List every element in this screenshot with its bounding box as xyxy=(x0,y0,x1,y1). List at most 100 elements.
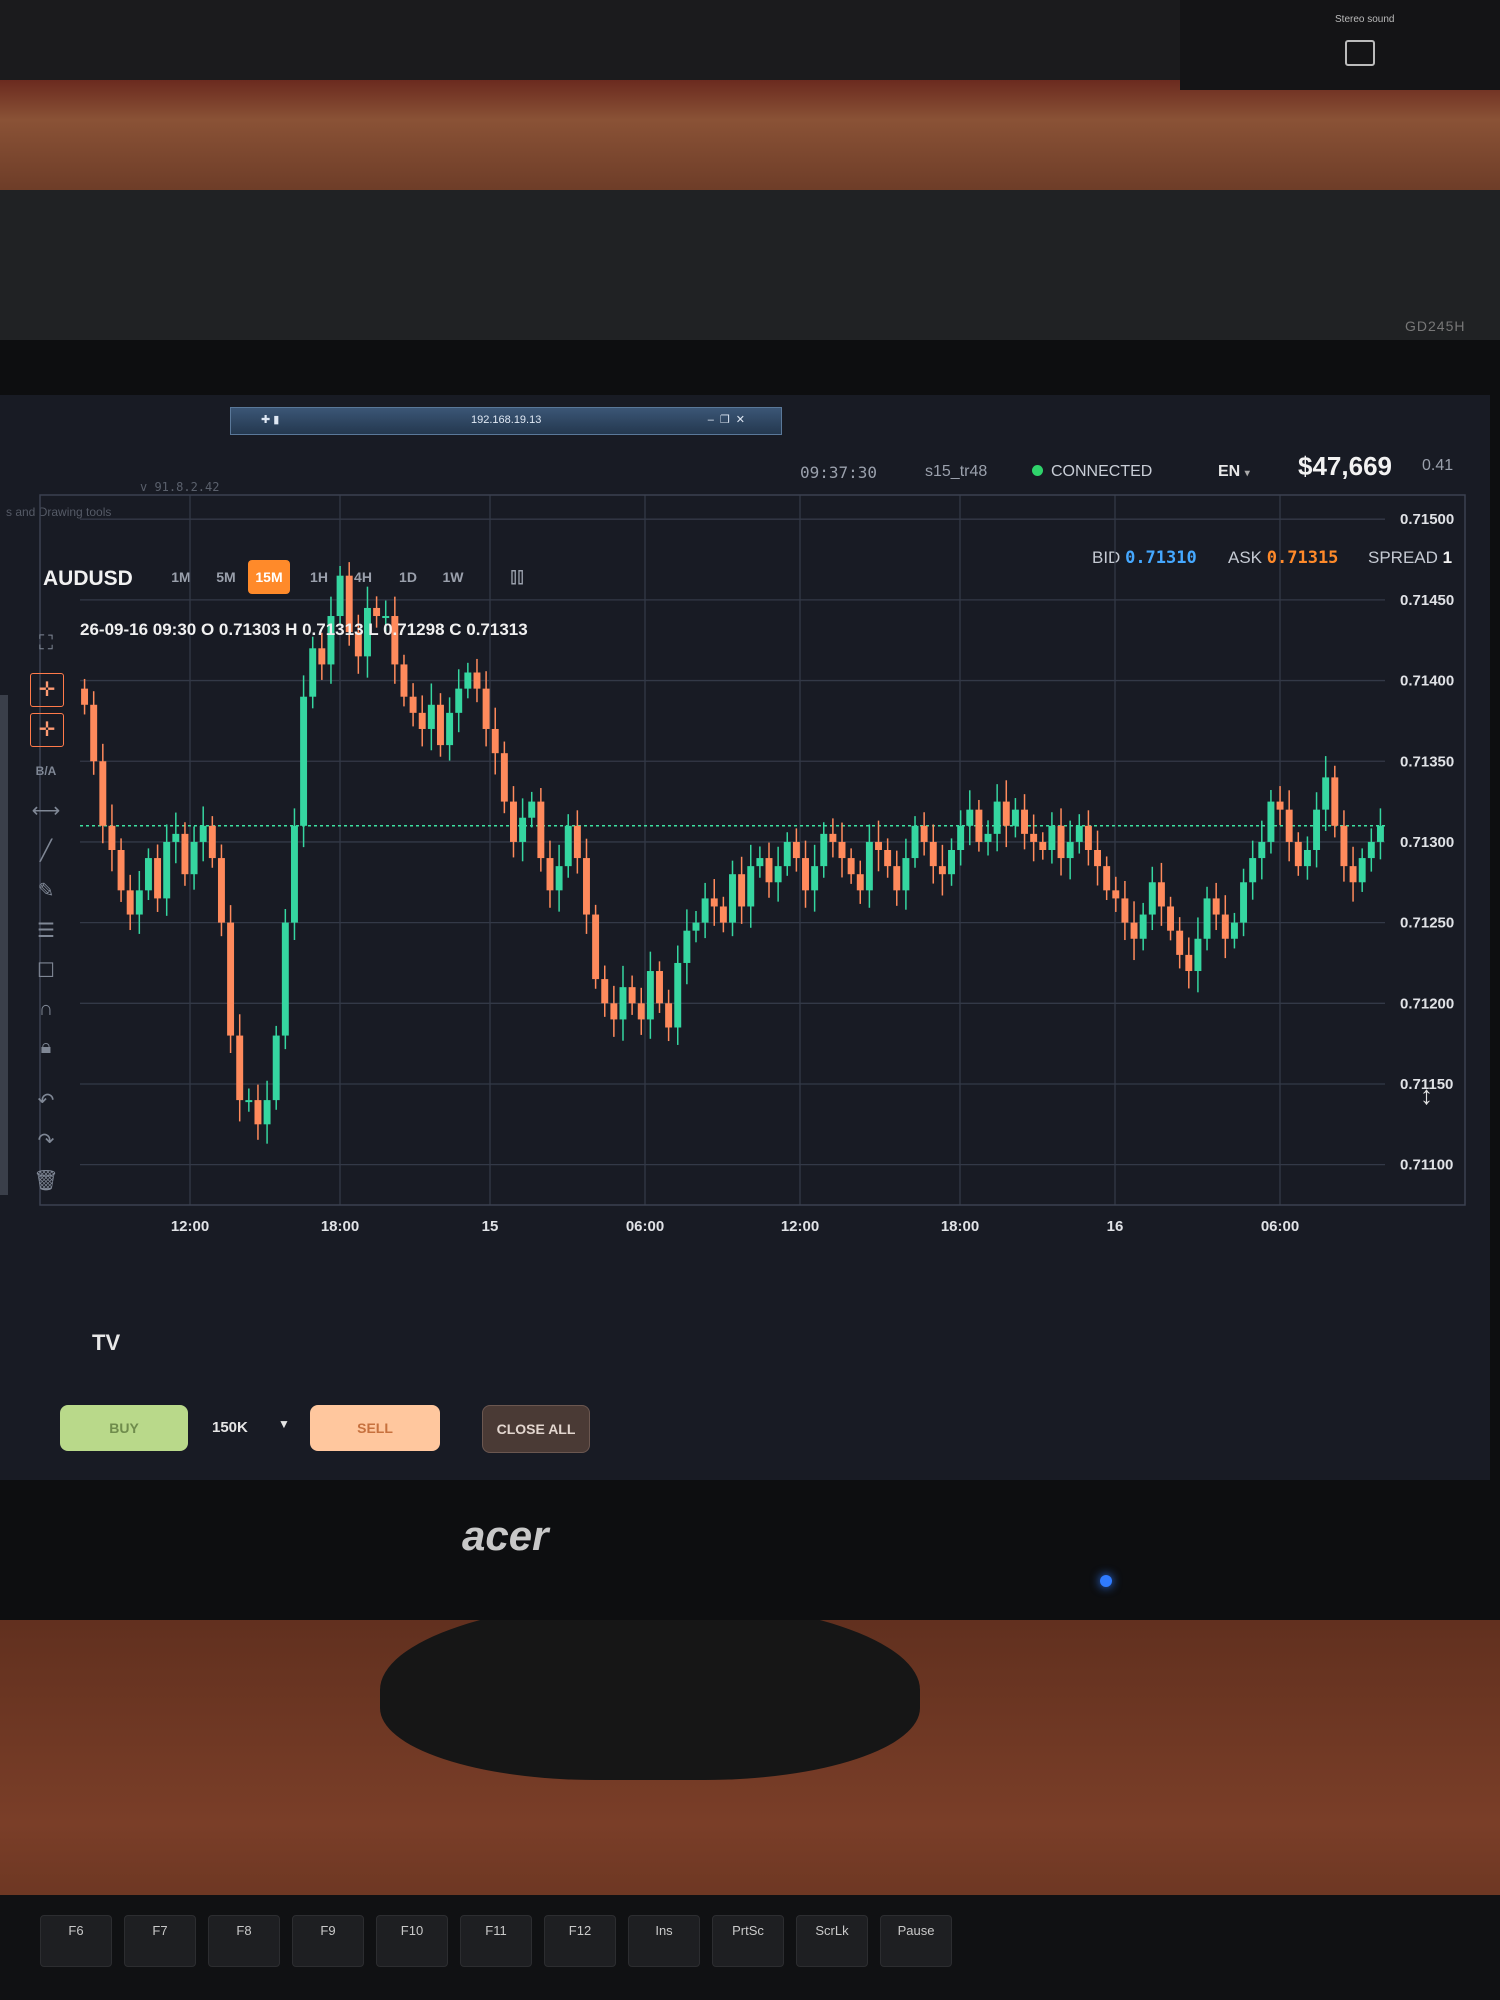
trash-icon[interactable]: 🗑︎ xyxy=(30,1165,62,1197)
key-f6[interactable]: F6 xyxy=(40,1915,112,1967)
candle xyxy=(1103,856,1111,901)
candle xyxy=(856,860,864,904)
candle xyxy=(510,786,517,858)
horizontal-line-icon[interactable]: ⟷ xyxy=(30,795,62,827)
candle xyxy=(537,788,545,872)
candle xyxy=(1230,912,1238,949)
key-ins[interactable]: Ins xyxy=(628,1915,700,1967)
fullscreen-icon[interactable]: ⛶ xyxy=(30,627,62,659)
candle xyxy=(236,1014,244,1122)
quantity-select[interactable]: 150K xyxy=(212,1419,248,1436)
candle xyxy=(272,1025,280,1110)
candle xyxy=(1349,846,1357,902)
trading-screen: ✚ ▮ 192.168.19.13 –❐✕ s and Drawing tool… xyxy=(0,395,1490,1480)
key-f10[interactable]: F10 xyxy=(376,1915,448,1967)
candle xyxy=(409,683,417,727)
price-tick-label: 0.71400 xyxy=(1400,673,1454,690)
candles xyxy=(81,562,1384,1144)
candle xyxy=(327,596,335,684)
key-f7[interactable]: F7 xyxy=(124,1915,196,1967)
y-scale-drag-icon[interactable]: ↕ xyxy=(1420,1080,1433,1111)
time-tick-label: 12:00 xyxy=(171,1218,209,1235)
key-f9[interactable]: F9 xyxy=(292,1915,364,1967)
candle xyxy=(1011,798,1019,838)
candle xyxy=(555,844,563,912)
candle xyxy=(217,844,225,937)
candle xyxy=(473,658,481,703)
candle xyxy=(1002,780,1010,848)
key-f8[interactable]: F8 xyxy=(208,1915,280,1967)
candle xyxy=(227,905,235,1053)
key-f12[interactable]: F12 xyxy=(544,1915,616,1967)
candle xyxy=(1194,917,1202,993)
candle xyxy=(427,683,435,751)
candle xyxy=(929,824,937,884)
candle xyxy=(1130,901,1138,961)
candle xyxy=(90,691,98,775)
speaker-device: Stereo sound xyxy=(1180,0,1500,90)
candle xyxy=(865,824,873,908)
candle xyxy=(1285,790,1293,862)
candle xyxy=(902,838,910,910)
candle xyxy=(1203,886,1211,951)
candle xyxy=(619,965,627,1041)
crosshair-alt-icon[interactable]: ✛ xyxy=(30,713,64,747)
candle xyxy=(1240,868,1248,937)
candle xyxy=(199,806,207,862)
candle xyxy=(1322,756,1330,831)
key-f11[interactable]: F11 xyxy=(460,1915,532,1967)
undo-icon[interactable]: ↶ xyxy=(30,1085,62,1117)
magnet-icon[interactable]: ∩ xyxy=(30,993,62,1025)
candle xyxy=(646,951,654,1039)
candle xyxy=(1021,794,1028,850)
candle xyxy=(911,816,919,868)
candle xyxy=(838,822,846,878)
redo-icon[interactable]: ↷ xyxy=(30,1125,62,1157)
sell-button[interactable]: SELL xyxy=(310,1405,440,1451)
candle xyxy=(710,879,718,926)
key-prtsc[interactable]: PrtSc xyxy=(712,1915,784,1967)
candle xyxy=(108,804,116,872)
candle xyxy=(172,812,180,864)
monitor-model: GD245H xyxy=(1405,318,1466,334)
price-tick-label: 0.71300 xyxy=(1400,834,1454,851)
crosshair-icon[interactable]: ✛ xyxy=(30,673,64,707)
price-tick-label: 0.71250 xyxy=(1400,915,1454,932)
trend-line-icon[interactable]: ╱ xyxy=(30,835,62,867)
candle xyxy=(99,743,107,844)
candle xyxy=(400,654,408,707)
rectangle-icon[interactable]: ☐ xyxy=(30,955,62,987)
candle xyxy=(263,1080,271,1144)
key-pause[interactable]: Pause xyxy=(880,1915,952,1967)
price-tick-label: 0.71350 xyxy=(1400,753,1454,770)
lock-icon[interactable]: 🔒︎ xyxy=(30,1031,62,1063)
candle xyxy=(884,838,892,878)
candle xyxy=(792,828,800,872)
tradingview-logo-icon: TV xyxy=(92,1330,121,1355)
chevron-down-icon[interactable]: ▼ xyxy=(278,1417,290,1431)
time-tick-label: 18:00 xyxy=(321,1218,359,1235)
price-chart[interactable]: 0.71500 0.71450 0.71400 0.71350 0.71300 0.712… xyxy=(0,395,1490,1395)
candle xyxy=(300,675,308,848)
candle xyxy=(637,987,645,1035)
candle xyxy=(701,882,709,939)
close-all-button[interactable]: CLOSE ALL xyxy=(482,1405,590,1453)
monitor-brand-logo: acer xyxy=(462,1512,549,1559)
pencil-icon[interactable]: ✎ xyxy=(30,875,62,907)
key-scrlk[interactable]: ScrLk xyxy=(796,1915,868,1967)
fib-lines-icon[interactable]: ☰ xyxy=(30,915,62,947)
power-led-icon[interactable] xyxy=(1100,1575,1112,1587)
candle xyxy=(975,799,983,852)
time-tick-label: 12:00 xyxy=(781,1218,819,1235)
candle xyxy=(665,989,673,1042)
candle xyxy=(1048,812,1056,864)
time-tick-label: 15 xyxy=(482,1218,499,1235)
bid-ask-toggle[interactable]: B/A xyxy=(30,755,62,787)
candle xyxy=(336,566,344,626)
time-tick-label: 06:00 xyxy=(1261,1218,1299,1235)
candle xyxy=(564,814,572,878)
candle xyxy=(1039,832,1047,860)
time-tick-label: 16 xyxy=(1107,1218,1124,1235)
buy-button[interactable]: BUY xyxy=(60,1405,188,1451)
candle xyxy=(446,697,454,761)
